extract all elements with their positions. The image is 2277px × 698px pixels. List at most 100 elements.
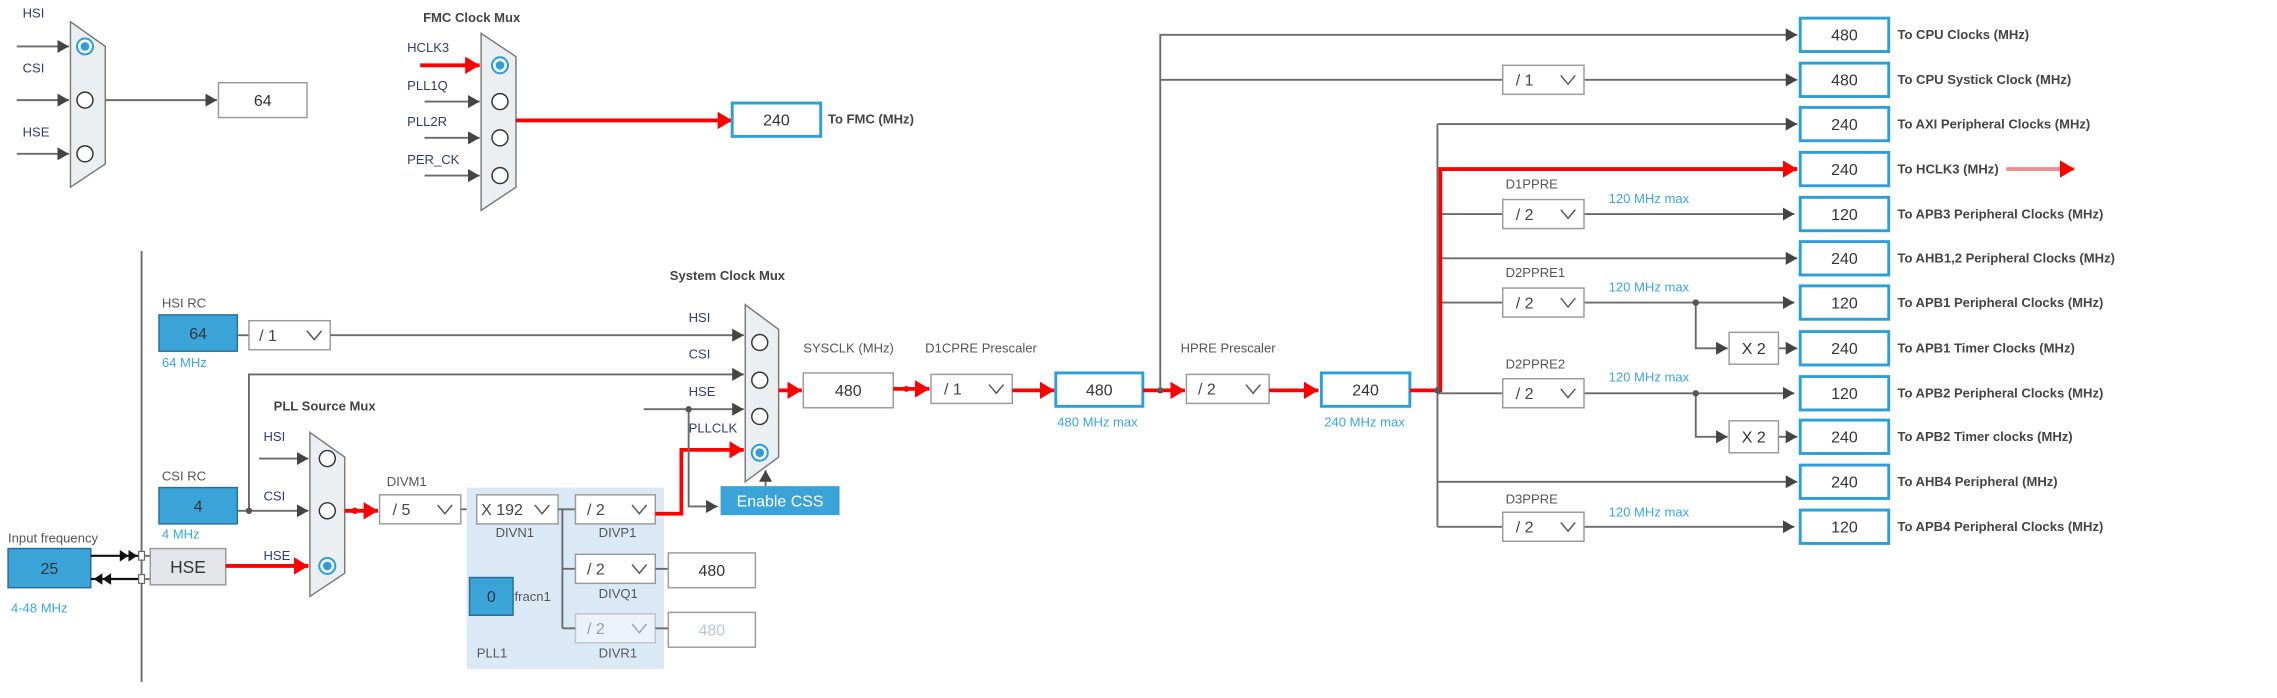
dropdown-value: / 2 [587, 562, 605, 579]
d2ppre1-max: 120 MHz max [1609, 280, 1690, 295]
mux-input-label: PLLCLK [689, 420, 738, 435]
system-clock-mux-title: System Clock Mux [670, 268, 786, 283]
d3ppre-label: D3PPRE [1506, 492, 1559, 507]
divn1-dropdown[interactable]: X 192 [476, 494, 559, 525]
output-value: 240 [1831, 117, 1858, 134]
d2ppre2-max: 120 MHz max [1609, 370, 1690, 385]
output-value: 64 [254, 93, 272, 110]
systick-dropdown[interactable]: / 1 [1502, 64, 1585, 96]
enable-css-button[interactable]: Enable CSS [720, 486, 840, 516]
dropdown-value: / 2 [1516, 520, 1534, 537]
d1ppre-label: D1PPRE [1506, 177, 1559, 192]
mux-input-label: HSI [689, 310, 711, 325]
pll1-label: PLL1 [477, 645, 507, 660]
divr1-label: DIVR1 [599, 645, 637, 660]
input-frequency-value: 25 [41, 561, 59, 578]
junction [351, 507, 359, 514]
radio-hsi[interactable] [751, 333, 769, 352]
divr1-dropdown-disabled[interactable]: / 2 [574, 613, 656, 644]
radio-hse[interactable] [76, 145, 94, 163]
hsi-rc-freq: 64 MHz [162, 355, 207, 370]
radio-hclk3-selected[interactable] [490, 56, 509, 75]
radio-pllclk-selected[interactable] [750, 443, 769, 462]
output-label: To APB1 Timer Clocks (MHz) [1897, 341, 2074, 356]
radio-hse-selected[interactable] [318, 556, 337, 575]
dropdown-value: / 5 [393, 502, 411, 519]
enable-css-label: Enable CSS [737, 493, 824, 510]
output-label: To APB2 Timer clocks (MHz) [1897, 429, 2072, 444]
divq1-label: DIVQ1 [599, 586, 638, 601]
output-row: 240 To APB1 Timer Clocks (MHz) [1798, 330, 2075, 367]
output-label: To CPU Systick Clock (MHz) [1897, 72, 2071, 87]
output-value: 240 [1831, 475, 1858, 492]
radio-csi[interactable] [751, 371, 769, 389]
dropdown-value: X 192 [481, 502, 523, 519]
d1cpre-output: 480 [1086, 382, 1113, 399]
mux-input-label: CSI [263, 489, 285, 504]
csi-rc-freq: 4 MHz [162, 526, 200, 541]
dropdown-value: / 2 [1516, 207, 1534, 224]
csi-rc-value: 4 [194, 499, 203, 516]
dropdown-value: / 2 [587, 502, 605, 519]
output-row: 120 To APB3 Peripheral Clocks (MHz) [1798, 195, 2103, 233]
output-row: 480 To CPU Clocks (MHz) [1798, 16, 2029, 53]
radio-hsi-selected[interactable] [75, 37, 94, 56]
junction [245, 507, 253, 514]
output-value: 240 [1831, 430, 1858, 447]
output-value: 240 [1831, 341, 1858, 358]
wire [1159, 28, 1798, 391]
radio-hse[interactable] [751, 407, 769, 426]
pin [138, 574, 146, 584]
hsi-divider-dropdown[interactable]: / 1 [248, 319, 331, 351]
output-value: 120 [1831, 520, 1858, 537]
output-value: 480 [1831, 28, 1858, 45]
divq1-dropdown[interactable]: / 2 [574, 553, 656, 585]
output-label: To CPU Clocks (MHz) [1897, 27, 2029, 42]
dropdown-value: / 1 [1516, 73, 1534, 90]
radio-hsi[interactable] [318, 449, 337, 468]
radio-per-ck[interactable] [491, 166, 509, 185]
output-label: To AHB1,2 Peripheral Clocks (MHz) [1897, 251, 2115, 266]
divr1-output: 480 [699, 623, 726, 640]
divn1-label: DIVN1 [496, 525, 534, 540]
mux-input-label: HCLK3 [407, 40, 449, 55]
divm1-dropdown[interactable]: / 5 [378, 494, 462, 525]
fracn1-value: 0 [487, 589, 496, 606]
output-value: 120 [1831, 207, 1858, 224]
hpre-max: 240 MHz max [1324, 415, 1405, 430]
output-row: 240 To APB2 Timer clocks (MHz) [1798, 418, 2073, 455]
divp1-label: DIVP1 [599, 525, 637, 540]
output-label: To APB4 Peripheral Clocks (MHz) [1897, 519, 2103, 534]
d1ppre-dropdown[interactable]: / 2 [1502, 198, 1585, 230]
d3ppre-dropdown[interactable]: / 2 [1502, 511, 1585, 543]
input-frequency-label: Input frequency [8, 531, 98, 546]
radio-csi[interactable] [318, 502, 337, 520]
mux-input-label: HSE [689, 384, 716, 399]
output-row: 480 To CPU Systick Clock (MHz) [1798, 61, 2071, 98]
wire [1694, 393, 1728, 444]
sysclk-value: 480 [835, 383, 862, 400]
mux-input-label: CSI [23, 61, 45, 76]
clock-outputs: 480 To CPU Clocks (MHz) 480 To CPU Systick … [1798, 16, 2115, 545]
dropdown-value: / 2 [1516, 386, 1534, 403]
radio-pll1q[interactable] [491, 92, 509, 111]
d3ppre-max: 120 MHz max [1609, 505, 1690, 520]
hpre-label: HPRE Prescaler [1181, 341, 1277, 356]
d1cpre-dropdown[interactable]: / 1 [930, 373, 1013, 405]
output-label: To AXI Peripheral Clocks (MHz) [1897, 116, 2090, 131]
mux-input-label: HSE [23, 124, 50, 139]
output-label: To HCLK3 (MHz) [1897, 161, 1998, 176]
output-label: To AHB4 Peripheral (MHz) [1897, 474, 2057, 489]
output-label: To APB3 Peripheral Clocks (MHz) [1897, 206, 2103, 221]
mux-input-label: HSI [23, 5, 45, 20]
radio-csi[interactable] [76, 91, 94, 109]
hpre-dropdown[interactable]: / 2 [1185, 373, 1270, 405]
d2ppre1-dropdown[interactable]: / 2 [1502, 287, 1585, 318]
mux-input-label: PLL2R [407, 114, 447, 129]
d2ppre2-dropdown[interactable]: / 2 [1502, 378, 1585, 409]
output-row: 240 To HCLK3 (MHz) [1798, 150, 1999, 188]
output-value: 120 [1831, 295, 1858, 312]
junction [1692, 390, 1699, 397]
radio-pll2r[interactable] [491, 129, 509, 147]
divp1-dropdown[interactable]: / 2 [574, 494, 656, 525]
